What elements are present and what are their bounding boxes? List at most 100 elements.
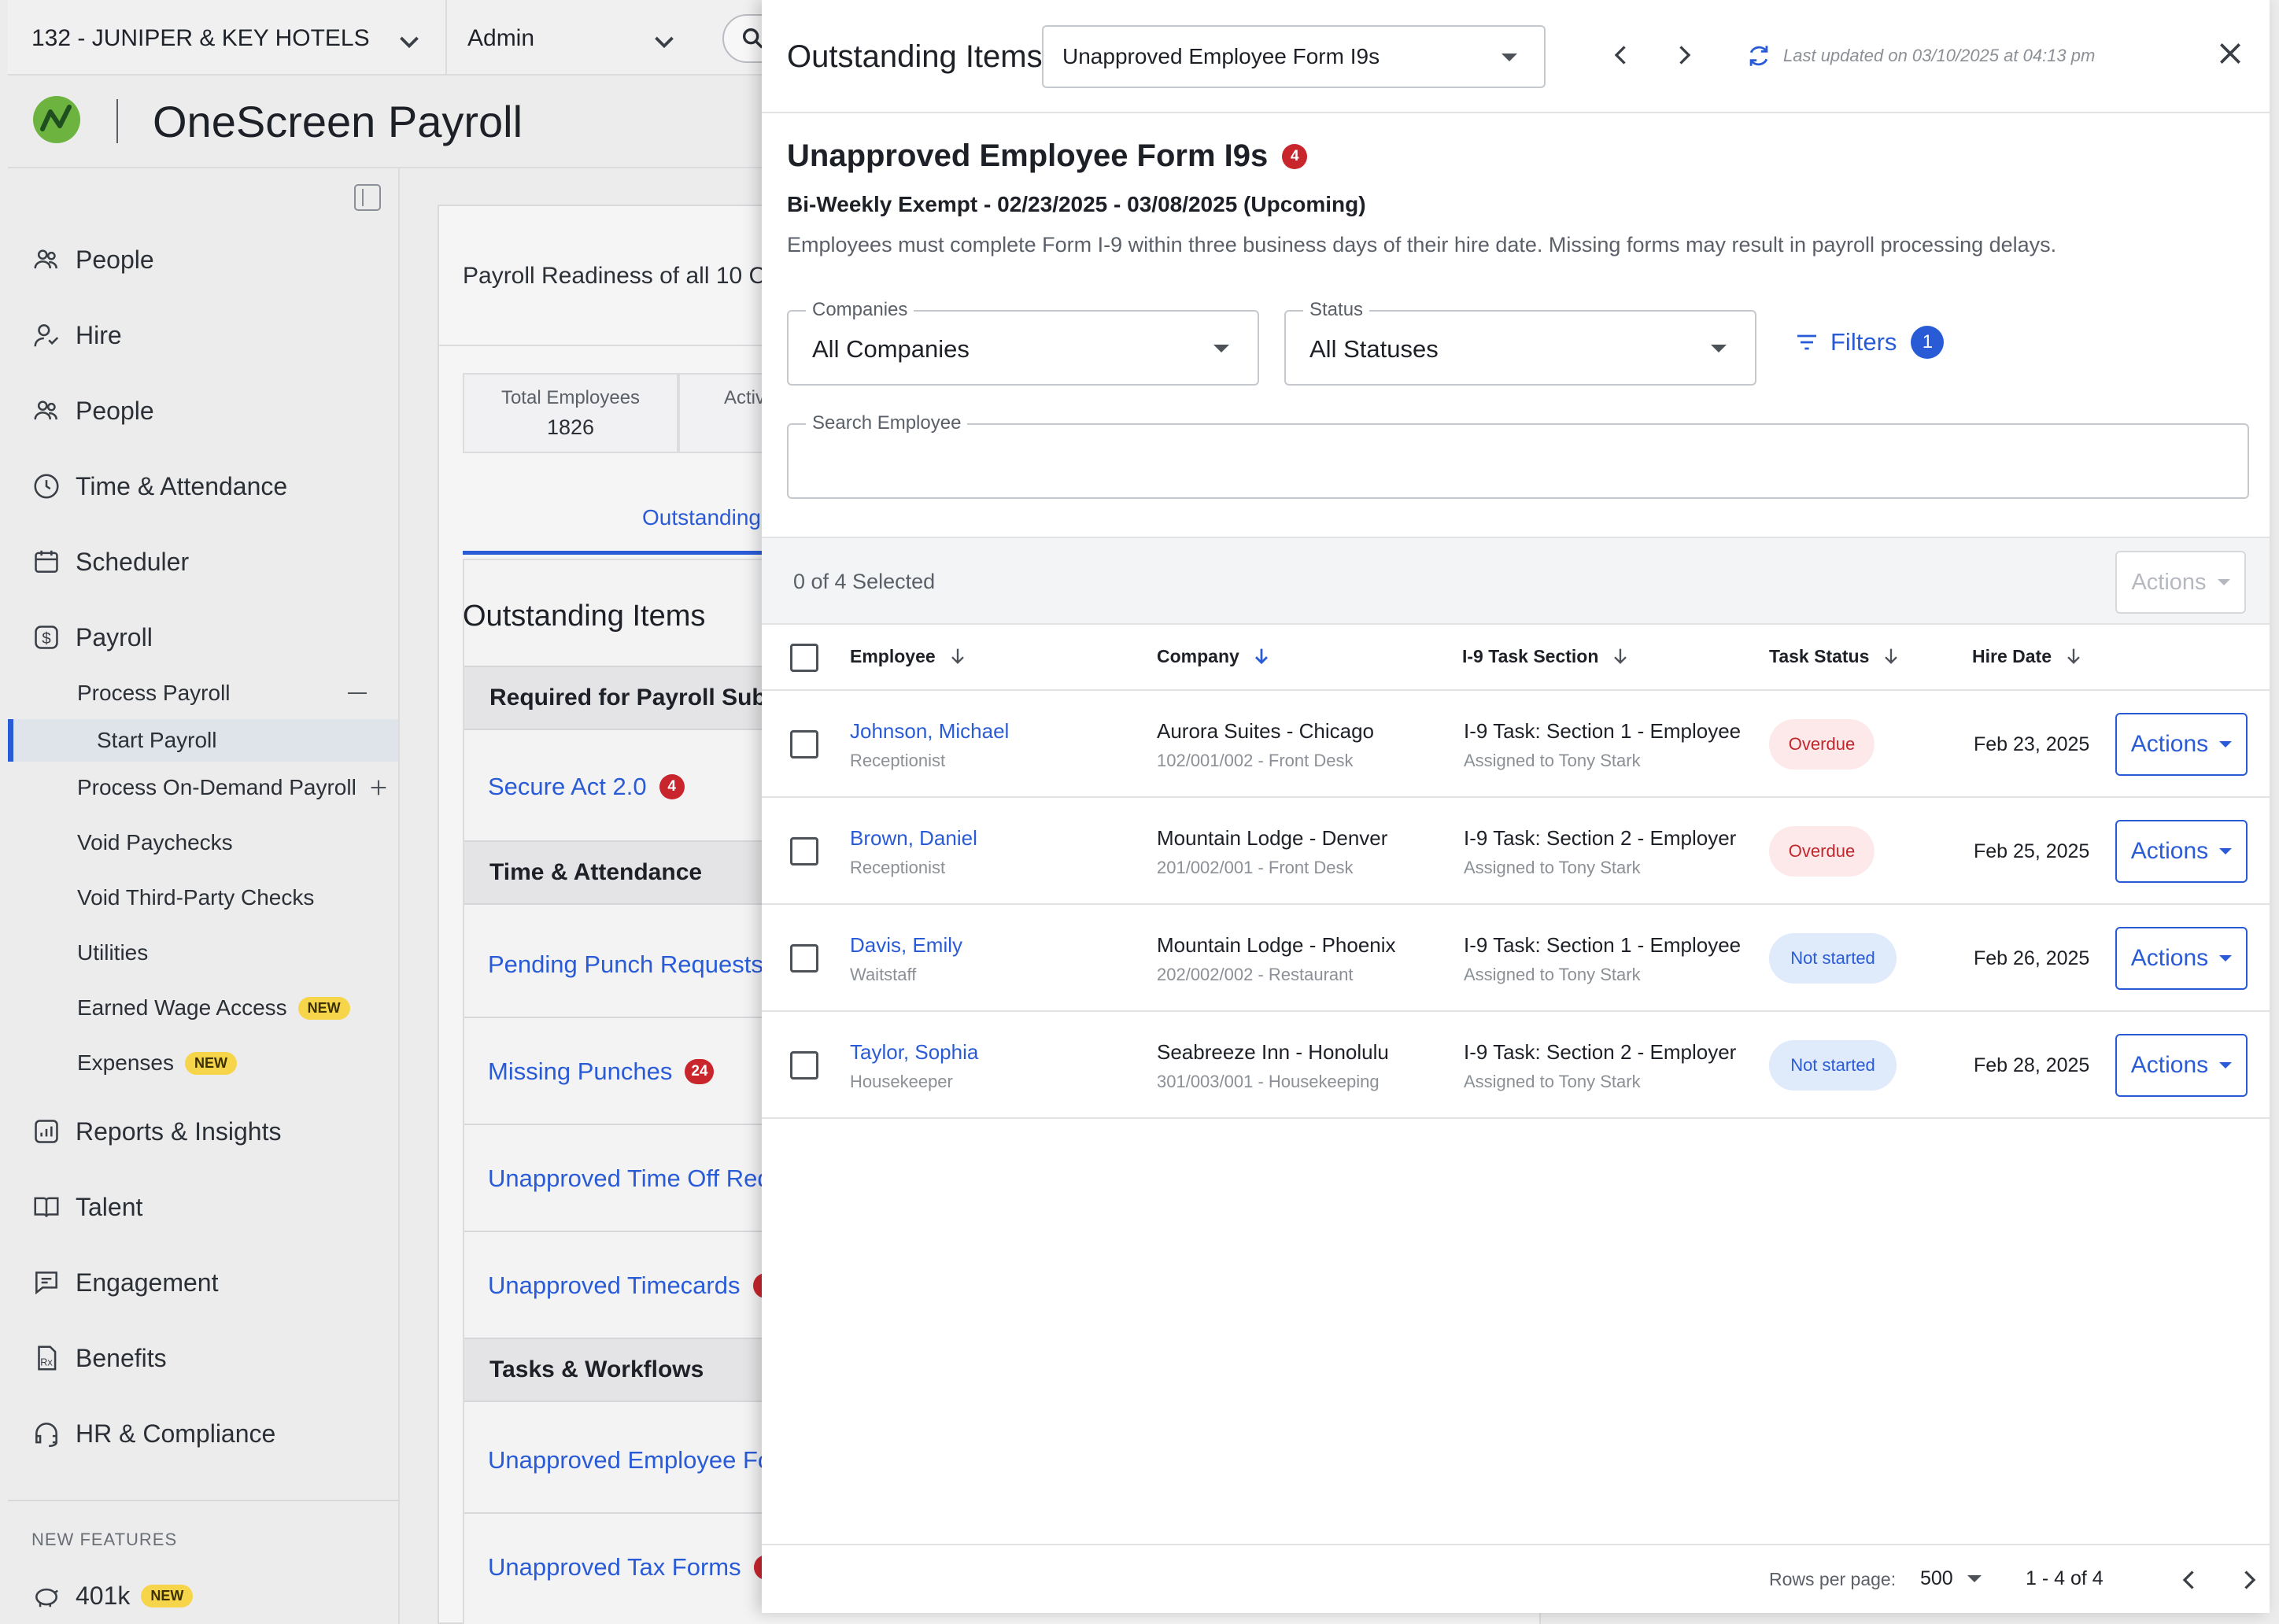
caret-down-icon — [2219, 741, 2233, 747]
sidebar-item-engagement[interactable]: Engagement — [31, 1259, 218, 1306]
employee-name-link[interactable]: Johnson, Michael — [850, 719, 1009, 744]
next-page-icon[interactable] — [2235, 1566, 2263, 1594]
collapse-minus-icon[interactable] — [348, 692, 367, 694]
sidebar-sub-void-third-party[interactable]: Void Third-Party Checks — [77, 877, 314, 919]
app-title: OneScreen Payroll — [153, 97, 523, 146]
new-features-heading: NEW FEATURES — [31, 1530, 178, 1549]
calendar-icon — [35, 550, 58, 573]
dollar-icon: $ — [35, 626, 58, 649]
sidebar-sub-start-payroll[interactable]: Start Payroll — [8, 719, 398, 762]
employee-name-link[interactable]: Taylor, Sophia — [850, 1040, 978, 1065]
column-task-status[interactable]: Task Status — [1769, 645, 1902, 667]
link-unapproved-time-off[interactable]: Unapproved Time Off Requ — [488, 1164, 785, 1193]
sidebar-item-payroll[interactable]: $ Payroll — [31, 614, 153, 661]
hire-date: Feb 26, 2025 — [1974, 947, 2090, 969]
refresh-icon[interactable] — [1745, 42, 1772, 69]
company-code: 301/003/001 - Housekeeping — [1157, 1072, 1380, 1091]
link-unapproved-employee-forms[interactable]: Unapproved Employee For — [488, 1446, 779, 1475]
chevron-down-icon — [400, 36, 419, 49]
sidebar-item-benefits[interactable]: Rx Benefits — [31, 1334, 167, 1382]
caret-down-icon — [2219, 1062, 2233, 1069]
sidebar-item-people[interactable]: People — [31, 236, 154, 283]
previous-page-icon[interactable] — [2175, 1566, 2203, 1594]
sidebar-item-reports[interactable]: Reports & Insights — [31, 1108, 281, 1155]
link-unapproved-tax-forms[interactable]: Unapproved Tax Forms6 — [488, 1553, 779, 1582]
company-name: Seabreeze Inn - Honolulu — [1157, 1040, 1389, 1064]
sidebar-sub-earned-wage-access[interactable]: Earned Wage Access NEW — [77, 987, 350, 1029]
search-employee-field[interactable] — [811, 444, 2219, 480]
rows-per-page-select[interactable]: 500 — [1920, 1567, 1982, 1590]
column-hire-date[interactable]: Hire Date — [1972, 645, 2085, 667]
column-task-section[interactable]: I-9 Task Section — [1462, 645, 1631, 667]
link-pending-punch[interactable]: Pending Punch Requests — [488, 950, 763, 979]
outstanding-item-select[interactable]: Unapproved Employee Form I9s — [1042, 25, 1546, 88]
link-unapproved-timecards[interactable]: Unapproved Timecards1 — [488, 1272, 778, 1300]
row-checkbox[interactable] — [790, 944, 818, 973]
filters-button[interactable]: Filters 1 — [1794, 326, 1945, 359]
svg-text:$: $ — [42, 629, 51, 648]
rows-per-page-label: Rows per page: — [1769, 1569, 1897, 1589]
outstanding-items-drawer: Outstanding Items Unapproved Employee Fo… — [762, 0, 2270, 1613]
sidebar-sub-process-payroll[interactable]: Process Payroll — [77, 672, 376, 714]
sidebar: People Hire People Time & Attendance Sch… — [8, 168, 400, 1624]
status-badge: Overdue — [1769, 826, 1875, 877]
sidebar-item-people-2[interactable]: People — [31, 387, 154, 434]
sidebar-item-label: People — [76, 245, 154, 274]
bulk-actions-button[interactable]: Actions — [2115, 551, 2246, 614]
status-badge: Overdue — [1769, 719, 1875, 770]
table-pagination: Rows per page: 500 1 - 4 of 4 — [762, 1544, 2270, 1613]
sort-arrow-icon — [951, 648, 964, 664]
link-secure-act[interactable]: Secure Act 2.0 4 — [488, 773, 685, 801]
hire-date: Feb 28, 2025 — [1974, 1054, 2090, 1076]
companies-select[interactable]: Companies All Companies — [787, 299, 1259, 386]
chat-icon — [35, 1272, 57, 1295]
collapse-sidebar-icon[interactable] — [354, 184, 381, 211]
company-select[interactable]: 132 - JUNIPER & KEY HOTELS — [31, 11, 441, 66]
company-select-value: 132 - JUNIPER & KEY HOTELS — [31, 25, 370, 51]
headset-icon — [35, 1423, 57, 1448]
sidebar-sub-utilities[interactable]: Utilities — [77, 932, 148, 974]
row-actions-button[interactable]: Actions — [2115, 820, 2248, 883]
chart-icon — [35, 1120, 58, 1143]
hire-date: Feb 25, 2025 — [1974, 840, 2090, 862]
sidebar-item-label: Scheduler — [76, 547, 190, 576]
employee-name-link[interactable]: Davis, Emily — [850, 933, 962, 958]
column-company[interactable]: Company — [1157, 645, 1272, 667]
count-badge: 4 — [659, 774, 685, 799]
sidebar-item-time-attendance[interactable]: Time & Attendance — [31, 463, 287, 510]
row-actions-button[interactable]: Actions — [2115, 927, 2248, 990]
sidebar-sub-void-paychecks[interactable]: Void Paychecks — [77, 821, 233, 864]
select-all-checkbox[interactable] — [790, 644, 818, 672]
tab-outstanding[interactable]: Outstanding — [642, 505, 761, 530]
sidebar-item-label: 401k — [76, 1581, 131, 1610]
sidebar-item-401k[interactable]: 401k NEW — [31, 1572, 194, 1619]
sidebar-item-hire[interactable]: Hire — [31, 312, 122, 359]
row-actions-button[interactable]: Actions — [2115, 1034, 2248, 1097]
caret-down-icon — [1213, 345, 1229, 352]
table-header: Employee Company I-9 Task Section Task S… — [762, 625, 2270, 691]
role-select[interactable]: Admin — [467, 11, 696, 66]
status-select[interactable]: Status All Statuses — [1284, 299, 1756, 386]
sidebar-item-label: HR & Compliance — [76, 1419, 276, 1448]
sidebar-item-scheduler[interactable]: Scheduler — [31, 538, 189, 585]
row-checkbox[interactable] — [790, 837, 818, 866]
plus-icon[interactable] — [368, 777, 390, 799]
row-actions-button[interactable]: Actions — [2115, 713, 2248, 776]
sidebar-item-talent[interactable]: Talent — [31, 1183, 142, 1231]
previous-item-icon[interactable] — [1607, 41, 1635, 69]
sidebar-sub-expenses[interactable]: Expenses NEW — [77, 1042, 237, 1084]
employee-name-link[interactable]: Brown, Daniel — [850, 826, 977, 851]
sort-arrow-icon — [2067, 648, 2080, 664]
sort-arrow-icon — [1885, 648, 1898, 664]
sidebar-item-hr-compliance[interactable]: HR & Compliance — [31, 1410, 275, 1457]
link-missing-punches[interactable]: Missing Punches 24 — [488, 1057, 715, 1086]
filter-icon — [1797, 334, 1816, 350]
close-icon[interactable] — [2214, 38, 2246, 69]
row-checkbox[interactable] — [790, 730, 818, 758]
next-item-icon[interactable] — [1670, 41, 1698, 69]
search-employee-input[interactable]: Search Employee — [787, 412, 2249, 499]
column-employee[interactable]: Employee — [850, 645, 969, 667]
sidebar-sub-on-demand-payroll[interactable]: Process On-Demand Payroll — [77, 766, 390, 809]
row-checkbox[interactable] — [790, 1051, 818, 1080]
employee-role: Receptionist — [850, 858, 946, 877]
